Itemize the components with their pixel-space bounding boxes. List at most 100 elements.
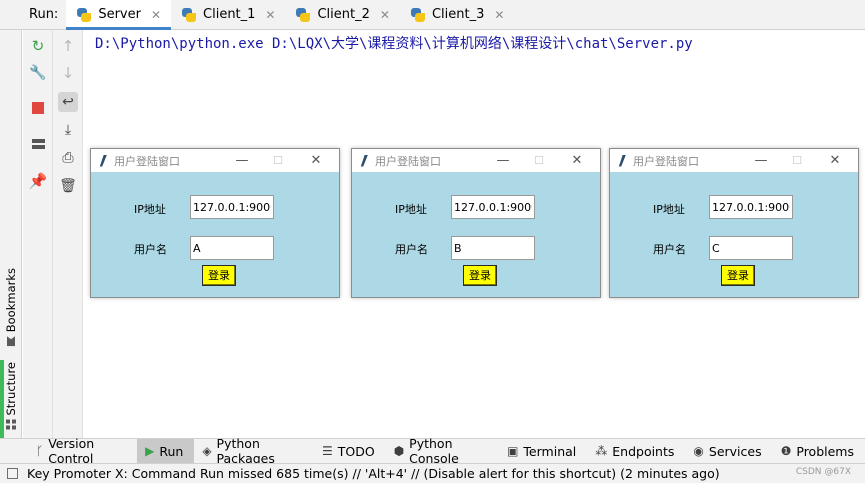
login-window-b: 用户登陆窗口 — ☐ ✕ IP地址 用户名 登录 <box>351 148 601 298</box>
login-button[interactable]: 登录 <box>463 265 497 286</box>
ide-run-panel: Run: Server ✕ Client_1 ✕ Client_2 ✕ Clie… <box>0 0 865 483</box>
sidebar-tab-bookmarks[interactable]: Bookmarks <box>1 268 21 346</box>
tool-tab-label: Python Console <box>409 436 459 466</box>
login-window-c: 用户登陆窗口 — ☐ ✕ IP地址 用户名 登录 <box>609 148 859 298</box>
tool-window-bar: ᚴ Version Control ▶ Run ◈ Python Package… <box>0 436 865 466</box>
run-toolbar-secondary: ↑ ↓ ↩ ⤓ ⎙ 🗑 <box>53 30 83 438</box>
minimize-icon[interactable]: — <box>227 149 257 172</box>
layout-icon[interactable] <box>28 134 48 154</box>
run-icon: ▶ <box>145 444 155 458</box>
structure-icon <box>6 419 16 430</box>
window-title-bar[interactable]: 用户登陆窗口 — ☐ ✕ <box>352 149 600 172</box>
branch-icon: ᚴ <box>36 444 44 458</box>
feather-icon <box>618 154 626 167</box>
terminal-icon: ▣ <box>507 444 519 458</box>
tool-tab-label: Problems <box>796 443 854 459</box>
arrow-down-icon[interactable]: ↓ <box>58 63 78 83</box>
print-icon[interactable]: ⎙ <box>58 148 78 168</box>
sidebar-tab-structure[interactable]: Structure <box>1 362 21 430</box>
close-icon[interactable]: ✕ <box>265 8 275 22</box>
close-icon[interactable]: ✕ <box>301 149 331 172</box>
python-icon <box>295 7 311 23</box>
tool-tab-services[interactable]: ◉ Services <box>685 439 772 464</box>
feather-icon <box>99 154 107 167</box>
window-title-bar[interactable]: 用户登陆窗口 — ☐ ✕ <box>91 149 339 172</box>
feather-icon <box>360 154 368 167</box>
toggle-tool-windows-icon[interactable] <box>7 468 18 479</box>
run-tab-client-2[interactable]: Client_2 ✕ <box>285 0 399 29</box>
python-icon: ⬢ <box>393 444 405 458</box>
minimize-icon[interactable]: — <box>488 149 518 172</box>
python-icon <box>76 7 92 23</box>
window-title: 用户登陆窗口 <box>114 154 180 168</box>
run-tab-label: Client_2 <box>317 7 370 22</box>
arrow-up-icon[interactable]: ↑ <box>58 36 78 56</box>
username-label: 用户名 <box>653 243 686 256</box>
minimize-icon[interactable]: — <box>746 149 776 172</box>
close-icon[interactable]: ✕ <box>494 8 504 22</box>
list-icon: ☰ <box>321 444 333 458</box>
login-window-a: 用户登陆窗口 — ☐ ✕ IP地址 用户名 登录 <box>90 148 340 298</box>
close-icon[interactable]: ✕ <box>562 149 592 172</box>
console-command-line: D:\Python\python.exe D:\LQX\大学\课程资料\计算机网… <box>95 36 693 52</box>
tool-tab-label: Python Packages <box>216 436 275 466</box>
soft-wrap-icon[interactable]: ↩ <box>58 92 78 112</box>
sidebar-tab-label: Structure <box>4 362 18 416</box>
run-tab-client-1[interactable]: Client_1 ✕ <box>171 0 285 29</box>
tool-tab-label: Version Control <box>48 436 95 466</box>
python-icon <box>410 7 426 23</box>
wrench-icon[interactable]: 🔧 <box>28 63 48 83</box>
username-input[interactable] <box>190 236 274 260</box>
sidebar-tab-label: Bookmarks <box>4 268 18 333</box>
tool-tab-label: Services <box>708 443 762 459</box>
maximize-icon[interactable]: ☐ <box>782 149 812 172</box>
login-button[interactable]: 登录 <box>721 265 755 286</box>
login-button[interactable]: 登录 <box>202 265 236 286</box>
run-toolbar-primary: ↻ 🔧 📌 <box>23 30 53 438</box>
username-input[interactable] <box>451 236 535 260</box>
ip-input[interactable] <box>709 195 793 219</box>
run-tab-label: Server <box>98 7 141 22</box>
status-message[interactable]: Key Promoter X: Command Run missed 685 t… <box>27 466 720 481</box>
tool-tab-label: Endpoints <box>612 443 675 459</box>
username-input[interactable] <box>709 236 793 260</box>
run-tab-label: Client_3 <box>431 7 485 22</box>
tool-tab-python-packages[interactable]: ◈ Python Packages <box>194 436 314 466</box>
layers-icon: ◈ <box>202 444 212 458</box>
pin-icon[interactable]: 📌 <box>28 171 48 191</box>
run-tab-label: Client_1 <box>203 7 256 22</box>
scroll-to-end-icon[interactable]: ⤓ <box>58 120 78 140</box>
bookmark-icon <box>7 336 15 346</box>
close-icon[interactable]: ✕ <box>820 149 850 172</box>
ip-input[interactable] <box>190 195 274 219</box>
maximize-icon[interactable]: ☐ <box>524 149 554 172</box>
trash-icon[interactable]: 🗑 <box>58 176 78 196</box>
run-tab-server[interactable]: Server ✕ <box>66 0 172 30</box>
tool-tab-label: TODO <box>337 443 375 459</box>
tool-tab-problems[interactable]: ❶ Problems <box>773 439 865 464</box>
ip-input[interactable] <box>451 195 535 219</box>
tool-tab-version-control[interactable]: ᚴ Version Control <box>28 436 137 466</box>
ip-label: IP地址 <box>134 203 166 216</box>
run-label: Run: <box>29 7 59 22</box>
close-icon[interactable]: ✕ <box>380 8 390 22</box>
tool-tab-endpoints[interactable]: ⁂ Endpoints <box>587 439 685 464</box>
run-tab-bar: Run: Server ✕ Client_1 ✕ Client_2 ✕ Clie… <box>0 0 865 30</box>
stop-icon[interactable] <box>28 98 48 118</box>
watermark: CSDN @67X <box>795 467 851 477</box>
window-title-bar[interactable]: 用户登陆窗口 — ☐ ✕ <box>610 149 858 172</box>
services-icon: ◉ <box>693 444 704 458</box>
tool-tab-label: Run <box>159 443 184 459</box>
maximize-icon[interactable]: ☐ <box>263 149 293 172</box>
tool-tab-python-console[interactable]: ⬢ Python Console <box>386 436 499 466</box>
problems-icon: ❶ <box>780 444 792 458</box>
tool-tab-todo[interactable]: ☰ TODO <box>314 439 386 464</box>
rerun-icon[interactable]: ↻ <box>28 36 48 56</box>
username-label: 用户名 <box>134 243 167 256</box>
tool-tab-run[interactable]: ▶ Run <box>137 438 195 464</box>
run-tab-client-3[interactable]: Client_3 ✕ <box>400 0 514 29</box>
window-title: 用户登陆窗口 <box>375 154 441 168</box>
username-label: 用户名 <box>395 243 428 256</box>
tool-tab-terminal[interactable]: ▣ Terminal <box>499 439 587 464</box>
close-icon[interactable]: ✕ <box>151 8 161 22</box>
